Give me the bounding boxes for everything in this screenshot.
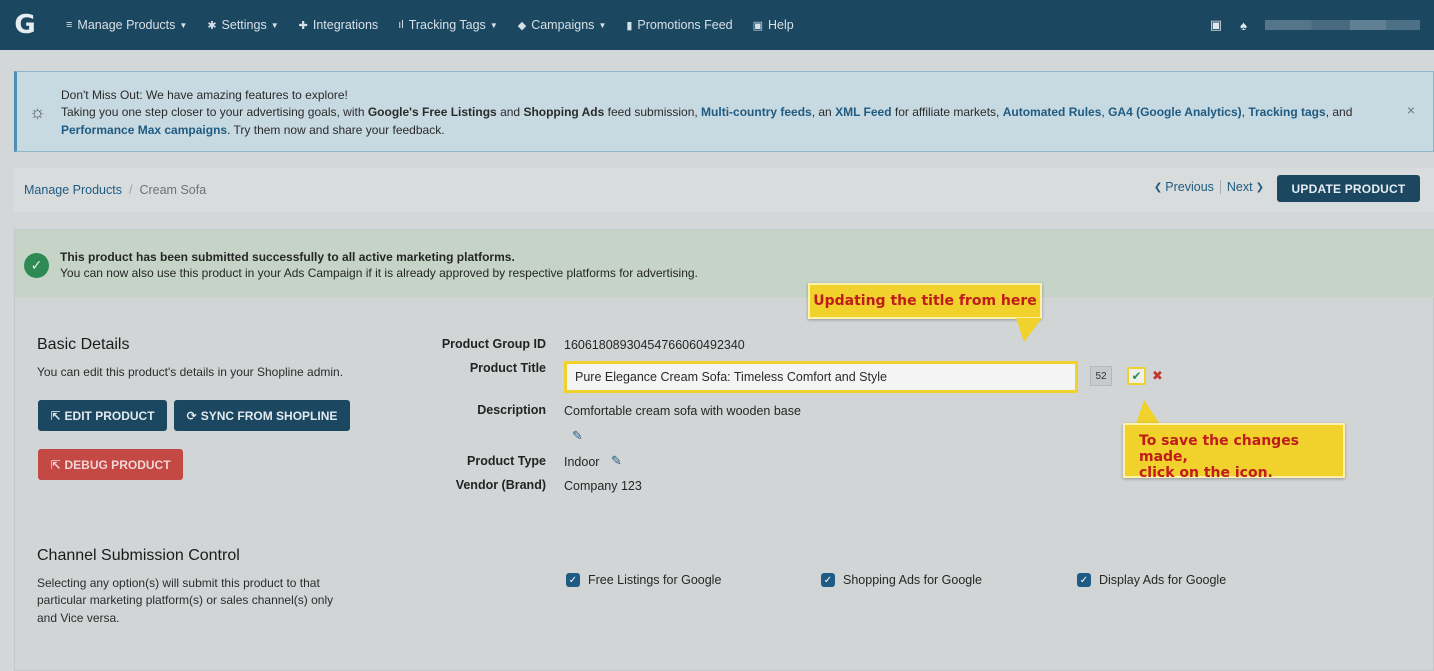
product-type-label: Product Type	[467, 454, 546, 468]
app-logo[interactable]: G	[0, 0, 50, 50]
link-automated-rules[interactable]: Automated Rules	[1003, 105, 1102, 119]
vendor-value: Company 123	[564, 479, 642, 493]
nav-label: Tracking Tags	[408, 18, 486, 32]
basic-details-subtitle: You can edit this product's details in y…	[37, 365, 344, 379]
debug-product-button[interactable]: ⇱ DEBUG PRODUCT	[38, 449, 183, 480]
checkbox-checked-icon: ✓	[1077, 573, 1091, 587]
success-text: You can now also use this product in you…	[60, 266, 698, 280]
breadcrumb-manage-products[interactable]: Manage Products	[24, 183, 122, 197]
channel-control-subtitle-3: and Vice versa.	[37, 611, 120, 625]
list-icon: ≡	[66, 19, 73, 31]
breadcrumb-current: Cream Sofa	[139, 183, 207, 197]
channel-control-subtitle-2: particular marketing platform(s) or sale…	[37, 593, 334, 607]
shopping-ads-checkbox[interactable]: ✓ Shopping Ads for Google	[821, 573, 982, 587]
product-group-id-label: Product Group ID	[441, 337, 546, 351]
nav-right-group: ▣ ♠	[1210, 0, 1420, 50]
success-alert: ✓ This product has been submitted succes…	[15, 230, 1434, 297]
vendor-label: Vendor (Brand)	[455, 478, 546, 492]
edit-product-type-icon[interactable]: ✎	[611, 453, 622, 469]
chat-icon: ▣	[752, 19, 764, 32]
nav-label: Promotions Feed	[637, 18, 733, 32]
success-title: This product has been submitted successf…	[60, 250, 515, 264]
description-label: Description	[477, 403, 546, 417]
bell-icon[interactable]: ♠	[1240, 18, 1247, 33]
sync-icon: ⟳	[186, 408, 197, 423]
pager: ❮ Previous Next ❯	[1154, 180, 1264, 194]
edit-description-icon[interactable]: ✎	[572, 428, 583, 444]
nav-campaigns[interactable]: ◆ Campaigns ▼	[508, 0, 617, 50]
nav-promotions-feed[interactable]: ▮ Promotions Feed	[616, 0, 742, 50]
nav-manage-products[interactable]: ≡ Manage Products ▼	[56, 0, 197, 50]
product-type-value: Indoor	[564, 455, 600, 469]
basic-details-title: Basic Details	[37, 336, 130, 353]
title-char-count: 52	[1090, 366, 1112, 386]
nav-label: Integrations	[312, 18, 379, 32]
previous-link[interactable]: Previous	[1165, 180, 1214, 194]
external-link-icon: ⇱	[50, 408, 61, 423]
bar-chart-icon: ıl	[398, 19, 404, 31]
gear-icon: ✱	[207, 19, 217, 32]
product-title-label: Product Title	[469, 361, 546, 375]
caret-down-icon: ▼	[598, 20, 607, 30]
link-tracking-tags[interactable]: Tracking tags	[1248, 105, 1325, 119]
id-card-icon[interactable]: ▣	[1210, 17, 1222, 33]
checkbox-checked-icon: ✓	[566, 573, 580, 587]
check-circle-icon: ✓	[24, 253, 49, 278]
free-listings-checkbox[interactable]: ✓ Free Listings for Google	[566, 573, 721, 587]
callout-updating-title: Updating the title from here	[808, 283, 1042, 319]
nav-label: Help	[768, 18, 794, 32]
nav-label: Settings	[221, 18, 267, 32]
product-card: ✓ This product has been submitted succes…	[14, 229, 1434, 671]
caret-down-icon: ▼	[179, 20, 188, 30]
breadcrumb-separator: /	[128, 183, 133, 197]
cancel-title-x-icon[interactable]: ✖	[1152, 368, 1163, 384]
briefcase-icon: ✚	[298, 19, 308, 32]
file-icon: ▮	[626, 19, 633, 32]
close-icon[interactable]: ×	[1407, 102, 1415, 118]
description-value: Comfortable cream sofa with wooden base	[564, 404, 801, 418]
link-ga4[interactable]: GA4 (Google Analytics)	[1108, 105, 1242, 119]
banner-text-2: Performance Max campaigns. Try them now …	[61, 123, 445, 137]
edit-product-button[interactable]: ⇱ EDIT PRODUCT	[38, 400, 167, 431]
product-title-input[interactable]: Pure Elegance Cream Sofa: Timeless Comfo…	[564, 361, 1078, 393]
chevron-right-icon: ❯	[1255, 181, 1264, 193]
caret-down-icon: ▼	[270, 20, 279, 30]
breadcrumb-bar: Manage Products / Cream Sofa ❮ Previous Nex…	[14, 168, 1434, 212]
pager-divider	[1219, 180, 1221, 194]
breadcrumb: Manage Products / Cream Sofa	[24, 183, 206, 197]
caret-down-icon: ▼	[489, 20, 498, 30]
checkbox-checked-icon: ✓	[821, 573, 835, 587]
channel-control-title: Channel Submission Control	[37, 547, 240, 564]
display-ads-checkbox[interactable]: ✓ Display Ads for Google	[1077, 573, 1226, 587]
nav-integrations[interactable]: ✚ Integrations	[289, 0, 389, 50]
callout-pointer	[1136, 400, 1160, 424]
nav-label: Campaigns	[531, 18, 595, 32]
sync-from-shopline-button[interactable]: ⟳ SYNC FROM SHOPLINE	[174, 400, 350, 431]
product-group-id-value: 16061808930454766060492340	[564, 338, 745, 352]
channel-control-subtitle-1: Selecting any option(s) will submit this…	[37, 576, 320, 590]
link-performance-max[interactable]: Performance Max campaigns	[61, 123, 227, 137]
callout-pointer	[1016, 318, 1042, 342]
callout-save-changes: To save the changes made, click on the i…	[1123, 423, 1345, 481]
link-multi-country[interactable]: Multi-country feeds	[701, 105, 812, 119]
external-link-icon: ⇱	[50, 457, 61, 472]
nav-settings[interactable]: ✱ Settings ▼	[197, 0, 288, 50]
chevron-left-icon: ❮	[1153, 181, 1163, 193]
banner-text: Taking you one step closer to your adver…	[61, 105, 1353, 119]
lightbulb-icon: ☼	[29, 102, 46, 122]
save-title-check-icon[interactable]: ✔	[1127, 367, 1146, 385]
tag-icon: ◆	[517, 19, 527, 32]
nav-tracking-tags[interactable]: ıl Tracking Tags ▼	[388, 0, 508, 50]
user-account-redacted[interactable]	[1265, 20, 1420, 30]
update-product-button[interactable]: UPDATE PRODUCT	[1277, 175, 1420, 202]
banner-title: Don't Miss Out: We have amazing features…	[61, 88, 348, 102]
top-navbar: G ≡ Manage Products ▼ ✱ Settings ▼ ✚ Int…	[0, 0, 1434, 50]
nav-label: Manage Products	[77, 18, 176, 32]
link-xml-feed[interactable]: XML Feed	[835, 105, 891, 119]
next-link[interactable]: Next	[1227, 180, 1253, 194]
nav-help[interactable]: ▣ Help	[743, 0, 804, 50]
feature-banner: ☼ Don't Miss Out: We have amazing featur…	[14, 71, 1434, 152]
